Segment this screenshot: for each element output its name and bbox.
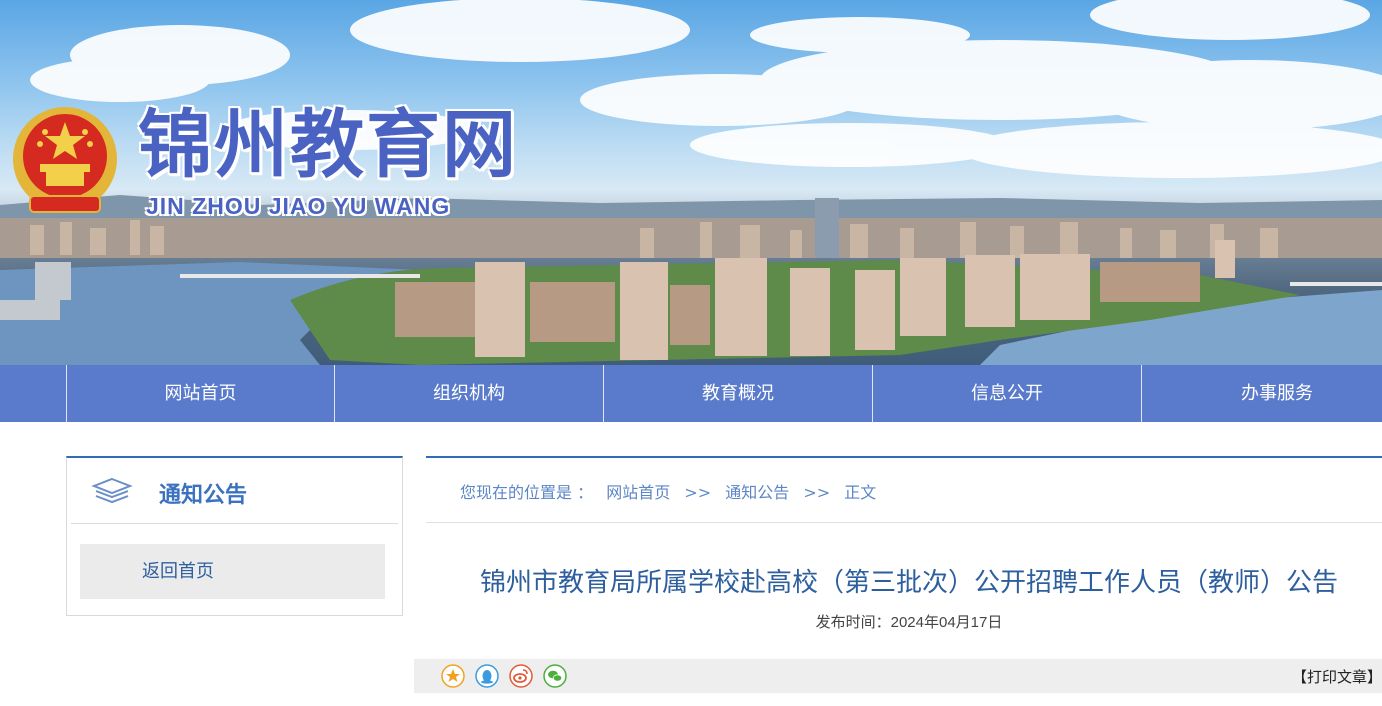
publish-date: 2024年04月17日: [890, 614, 1003, 631]
sidebar-header: 通知公告: [67, 458, 402, 524]
divider: [71, 523, 398, 524]
site-title: 锦州教育网: [138, 102, 518, 188]
print-article-link[interactable]: 【打印文章】: [1292, 666, 1382, 687]
qq-icon[interactable]: [475, 664, 499, 688]
back-home-link[interactable]: 返回首页: [80, 544, 385, 599]
header-banner: 锦州教育网 JIN ZHOU JIAO YU WANG: [0, 0, 1382, 365]
national-emblem-icon: [13, 107, 117, 213]
publish-label: 发布时间：: [815, 614, 891, 631]
sidebar-title: 通知公告: [159, 482, 248, 507]
breadcrumb-prefix: 您现在的位置是 ：: [460, 483, 594, 502]
breadcrumb-separator: >>: [803, 483, 831, 502]
breadcrumb-separator: >>: [684, 483, 712, 502]
article-title: 锦州市教育局所属学校赴高校（第三批次）公开招聘工作人员（教师）公告: [479, 567, 1338, 597]
favorite-star-icon[interactable]: [441, 664, 465, 688]
layers-icon: [91, 477, 133, 504]
breadcrumb-home[interactable]: 网站首页: [606, 479, 670, 503]
breadcrumb-current: 正文: [844, 483, 877, 502]
publish-info: 发布时间：2024年04月17日: [426, 611, 1382, 632]
share-bar: 【打印文章】: [414, 659, 1382, 693]
nav-item-organization[interactable]: 组织机构: [335, 365, 603, 422]
nav-item-home[interactable]: 网站首页: [67, 365, 334, 422]
wechat-icon[interactable]: [543, 664, 567, 688]
weibo-icon[interactable]: [509, 664, 533, 688]
sidebar: 通知公告 返回首页: [66, 456, 403, 616]
divider: [426, 522, 1382, 523]
nav-item-info-disclosure[interactable]: 信息公开: [873, 365, 1141, 422]
main-top-border: [426, 456, 1382, 458]
breadcrumb-notices[interactable]: 通知公告: [725, 479, 789, 503]
nav-item-education-overview[interactable]: 教育概况: [604, 365, 872, 422]
site-subtitle: JIN ZHOU JIAO YU WANG: [146, 193, 451, 219]
nav-item-services[interactable]: 办事服务: [1142, 365, 1382, 422]
main-nav: 网站首页 组织机构 教育概况 信息公开 办事服务: [0, 365, 1382, 422]
breadcrumb: 您现在的位置是 ： 网站首页 >> 通知公告 >> 正文: [460, 479, 876, 503]
